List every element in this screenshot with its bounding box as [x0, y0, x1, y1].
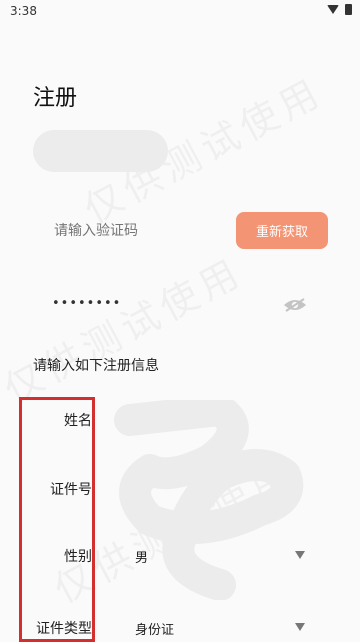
chevron-down-icon[interactable]: [295, 623, 305, 631]
watermark-text: 仅供测试使用: [0, 241, 251, 414]
page-title: 注册: [33, 86, 78, 111]
password-field[interactable]: ••••••••: [52, 296, 121, 311]
wifi-icon: [327, 5, 339, 14]
chevron-down-icon[interactable]: [295, 551, 305, 559]
resend-code-button[interactable]: 重新获取: [236, 212, 328, 249]
status-bar: 3:38: [0, 0, 360, 22]
battery-icon: [345, 4, 352, 15]
verification-code-input[interactable]: [52, 221, 226, 239]
phone-input-field[interactable]: [33, 130, 168, 172]
status-icons: [327, 4, 352, 15]
scribble-overlay: [114, 400, 304, 600]
eye-icon[interactable]: [283, 297, 307, 313]
id-type-select[interactable]: 身份证: [135, 619, 174, 638]
gender-select[interactable]: 男: [135, 547, 148, 566]
section-title: 请输入如下注册信息: [33, 358, 159, 374]
status-time: 3:38: [10, 4, 37, 18]
highlight-box: [19, 397, 95, 642]
